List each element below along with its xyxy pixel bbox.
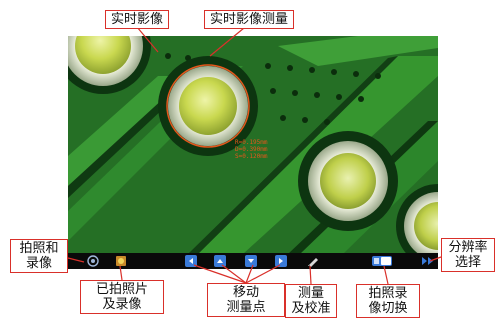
gallery-icon <box>116 256 126 266</box>
camera-record-button[interactable] <box>86 254 100 268</box>
bottom-toolbar <box>68 253 438 269</box>
arrow-right-icon <box>275 255 287 267</box>
capture-mode-toggle[interactable] <box>371 254 393 268</box>
callout-captured-files: 已拍照片 及录像 <box>80 280 164 314</box>
move-left-button[interactable] <box>184 254 198 268</box>
callout-resolution-select: 分辨率 选择 <box>441 238 495 272</box>
camera-record-icon <box>87 255 99 267</box>
callout-move-measure-point: 移动 测量点 <box>207 283 285 317</box>
callout-capture-record: 拍照和 录像 <box>10 239 68 273</box>
move-down-button[interactable] <box>244 254 258 268</box>
measurement-readout: R=0.195mm D=0.390mm S=0.120mm <box>235 139 268 160</box>
measure-calibrate-button[interactable] <box>306 254 320 268</box>
move-up-button[interactable] <box>213 254 227 268</box>
arrow-left-icon <box>185 255 197 267</box>
callout-capture-record-switch: 拍照录 像切换 <box>356 284 420 318</box>
callout-live-view-measure: 实时影像测量 <box>204 10 294 29</box>
toggle-switch-icon <box>372 256 392 266</box>
resolution-arrows-icon <box>422 257 433 265</box>
gallery-button[interactable] <box>114 254 128 268</box>
resolution-select-button[interactable] <box>420 254 436 268</box>
measure-pen-icon <box>308 258 318 267</box>
move-right-button[interactable] <box>274 254 288 268</box>
arrow-up-icon <box>214 255 226 267</box>
arrow-down-icon <box>245 255 257 267</box>
callout-measure-calibrate: 测量 及校准 <box>285 284 337 318</box>
callout-live-view: 实时影像 <box>105 10 169 29</box>
